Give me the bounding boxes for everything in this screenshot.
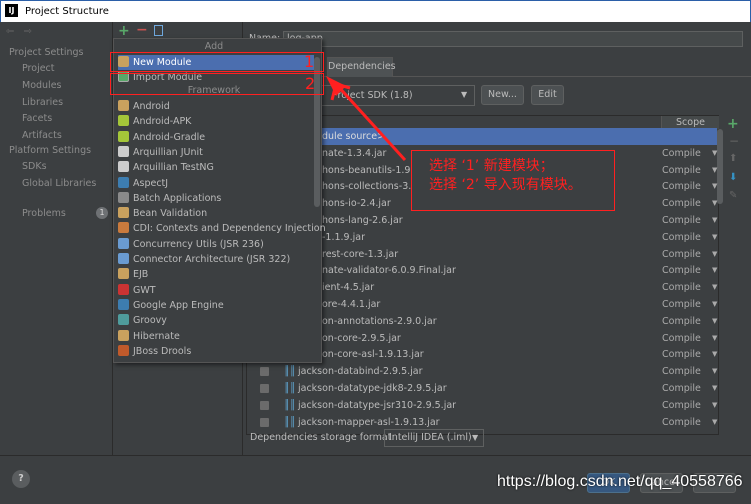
annotation-line-2: 选择 ‘2’ 导入现有模块。 [429,177,582,193]
annotation-line-1: 选择 ‘1’ 新建模块； [429,158,554,174]
annotation-callout: 选择 ‘1’ 新建模块； 选择 ‘2’ 导入现有模块。 [411,150,615,211]
watermark: https://blog.csdn.net/qq_40558766 [497,473,743,490]
annotation-arrow-icon [326,76,407,162]
